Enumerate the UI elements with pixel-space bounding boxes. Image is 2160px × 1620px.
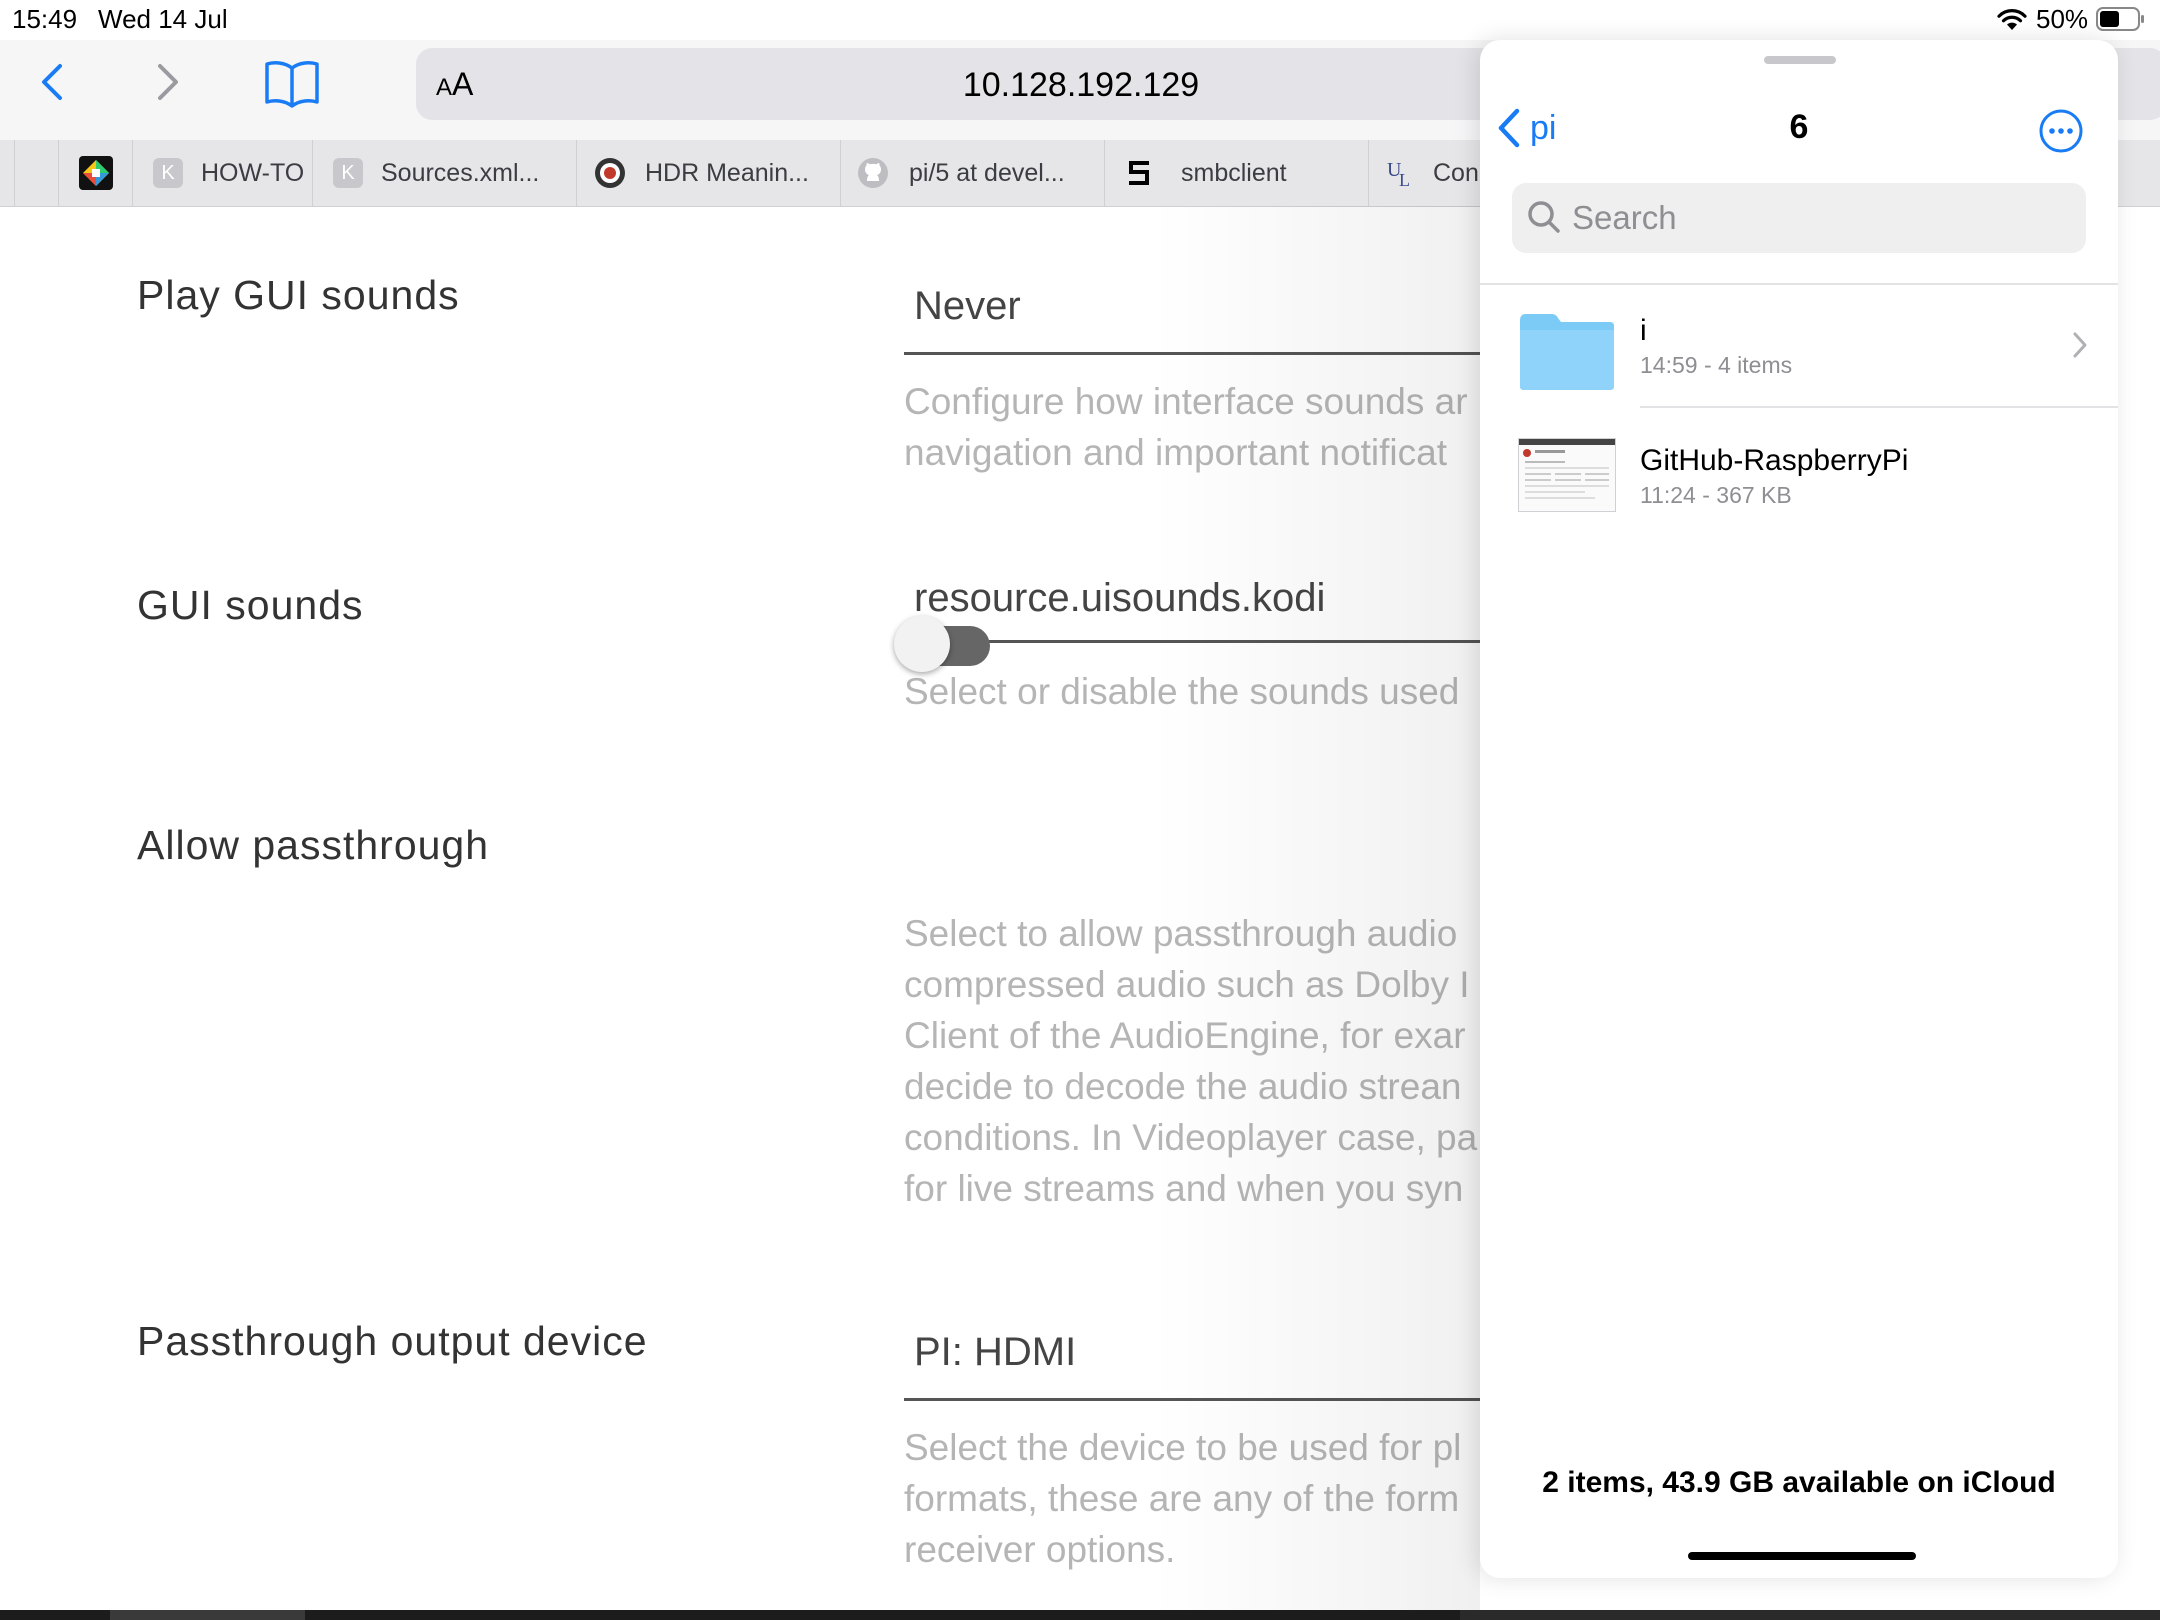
smbclient-s-favicon-icon [1129,161,1149,185]
bottom-strip-segment [110,1610,305,1620]
tab-label: Sources.xml... [381,158,540,187]
file-row-folder-i[interactable]: i 14:59 - 4 items [1480,284,2118,410]
slide-over-grabber[interactable] [1764,56,1836,64]
allow-passthrough-toggle[interactable] [894,614,994,674]
tab-label: HOW-TO [201,158,305,187]
tab-label: HDR Meanin... [645,158,809,187]
file-meta: 14:59 - 4 items [1640,352,1793,378]
tab-collapsed[interactable] [14,140,59,206]
k-favicon-icon: K [333,158,363,188]
folder-icon [1520,314,1614,390]
back-chevron-icon[interactable] [30,60,74,104]
document-thumbnail-icon [1518,438,1616,512]
file-name: GitHub-RaspberryPi [1640,444,1909,477]
aperture-favicon-icon [595,158,625,188]
battery-icon [2096,7,2144,31]
bottom-scroll-strip [0,1610,2160,1620]
svg-text:L: L [1399,170,1410,190]
file-meta: 11:24 - 367 KB [1640,482,1792,508]
toggle-knob [894,616,950,672]
tab-app-icon[interactable] [58,140,133,206]
setting-label-passthrough-output-device: Passthrough output device [137,1318,648,1364]
document-thumbnail-image [1519,439,1615,499]
setting-label-allow-passthrough: Allow passthrough [137,822,490,868]
wifi-icon [1997,9,2027,30]
status-time: 15:49 [12,4,78,34]
github-favicon-icon [858,158,888,188]
tab-hdr-meaning[interactable]: HDR Meanin... [576,140,841,206]
forward-chevron-icon[interactable] [146,60,190,104]
colorful-app-icon [79,156,113,190]
files-storage-footer: 2 items, 43.9 GB available on iCloud [1542,1466,2056,1499]
k-favicon-icon: K [153,158,183,188]
tab-sources-xml[interactable]: K Sources.xml... [312,140,577,206]
row-separator [1640,406,2118,408]
files-folder-title: 6 [1789,108,1809,146]
tab-label: smbclient [1181,158,1287,187]
home-indicator[interactable] [1688,1552,1916,1560]
files-slide-over-panel: pi 6 Search i 14:59 - 4 items GitHub-Ras… [1480,40,2118,1578]
file-name: i [1640,314,1647,347]
panel-shadow-overlay [1150,206,1480,1610]
tab-con[interactable]: U L Con [1368,140,1481,206]
tab-smbclient[interactable]: smbclient [1104,140,1369,206]
bookmarks-book-icon[interactable] [262,58,322,108]
setting-label-play-gui-sounds: Play GUI sounds [137,272,460,318]
setting-label-gui-sounds: GUI sounds [137,582,364,628]
more-options-ellipsis-icon[interactable] [2038,108,2084,154]
files-search-field[interactable]: Search [1512,183,2086,253]
chevron-right-icon [2073,332,2087,358]
file-row-github-raspberrypi[interactable]: GitHub-RaspberryPi 11:24 - 367 KB [1480,414,2118,540]
status-bar: 15:49 Wed 14 Jul 50% [0,0,2160,40]
tab-label: pi/5 at devel... [909,158,1065,187]
ul-logo-favicon-icon: U L [1387,159,1410,190]
tab-label: Con [1433,158,1479,187]
status-date: Wed 14 Jul [98,4,228,34]
search-icon [1528,201,1560,233]
tab-how-to[interactable]: K HOW-TO [132,140,313,206]
bottom-strip-segment [1460,1610,2160,1620]
search-input-placeholder: Search [1572,199,1677,236]
tab-pi-github[interactable]: pi/5 at devel... [840,140,1105,206]
battery-percentage: 50% [2036,4,2089,34]
